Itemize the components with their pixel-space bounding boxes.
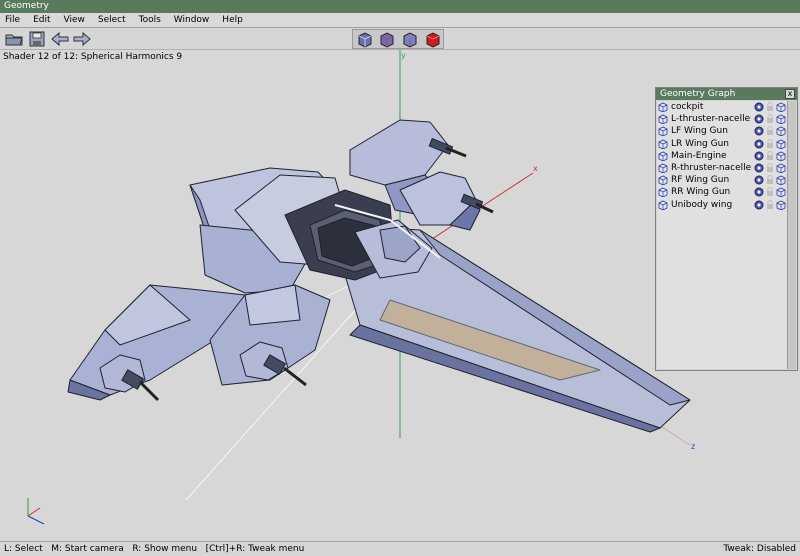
menu-select[interactable]: Select [93, 13, 134, 28]
visibility-eye-icon[interactable] [754, 187, 764, 197]
object-name: RR Wing Gun [671, 187, 731, 198]
object-cube-icon [658, 139, 668, 149]
visibility-eye-icon[interactable] [754, 175, 764, 185]
visibility-eye-icon[interactable] [754, 151, 764, 161]
lock-icon[interactable] [766, 102, 774, 112]
menu-file[interactable]: File [0, 13, 28, 28]
save-disk-icon[interactable] [27, 30, 47, 48]
selection-cube-icon[interactable] [776, 187, 786, 198]
visibility-eye-icon[interactable] [754, 163, 764, 173]
menu-window[interactable]: Window [169, 13, 218, 28]
tweak-status: Tweak: Disabled [723, 544, 796, 554]
visibility-eye-icon[interactable] [754, 200, 764, 210]
window-title: Geometry [4, 1, 49, 11]
object-name: Unibody wing [671, 199, 733, 210]
spaceship-model [67, 119, 691, 433]
object-name: LR Wing Gun [671, 138, 729, 149]
object-cube-icon [658, 151, 668, 161]
lock-icon[interactable] [766, 199, 774, 210]
object-cube-icon [658, 187, 668, 198]
status-hints: L: Select M: Start camera R: Show menu [… [4, 544, 305, 554]
shader-button-group [352, 29, 444, 49]
list-item[interactable]: cockpit [657, 101, 787, 113]
lock-icon[interactable] [766, 163, 774, 173]
selection-cube-icon[interactable] [776, 175, 786, 186]
menu-tools[interactable]: Tools [134, 13, 169, 28]
lock-icon[interactable] [766, 150, 774, 161]
toolbar [0, 28, 800, 50]
forward-arrow-icon[interactable] [72, 30, 92, 48]
y-axis-label: y [401, 51, 406, 60]
selection-cube-icon[interactable] [776, 126, 786, 137]
smooth-cube-icon[interactable] [400, 31, 420, 48]
menu-help[interactable]: Help [217, 13, 251, 28]
lock-icon[interactable] [766, 138, 774, 149]
list-item[interactable]: LR Wing Gun [657, 138, 787, 150]
menu-bar: File Edit View Select Tools Window Help [0, 13, 800, 28]
lock-icon[interactable] [766, 114, 774, 124]
selection-cube-icon[interactable] [776, 102, 786, 113]
lock-icon[interactable] [766, 126, 774, 136]
object-cube-icon [658, 114, 668, 125]
status-bar: L: Select M: Start camera R: Show menu [… [0, 541, 800, 556]
geometry-graph-window: Geometry Graph x cockpit L-thruster-nace… [655, 87, 798, 371]
object-cube-icon [658, 175, 668, 186]
open-folder-icon[interactable] [4, 30, 24, 48]
z-axis-label: z [691, 442, 695, 451]
object-name: L-thruster-nacelle [671, 114, 751, 125]
object-cube-icon [658, 200, 668, 210]
lock-icon[interactable] [766, 187, 774, 197]
back-arrow-icon[interactable] [50, 30, 70, 48]
object-name: cockpit [671, 102, 704, 113]
lock-icon[interactable] [766, 175, 774, 185]
flat-cube-icon[interactable] [377, 31, 397, 48]
list-item[interactable]: Unibody wing [657, 199, 787, 211]
menu-view[interactable]: View [59, 13, 93, 28]
list-item[interactable]: L-thruster-nacelle [657, 113, 787, 125]
object-cube-icon [658, 127, 668, 137]
object-name: RF Wing Gun [671, 175, 730, 186]
3d-viewport[interactable]: Shader 12 of 12: Spherical Harmonics 9 y… [0, 50, 800, 541]
selection-cube-icon[interactable] [776, 200, 786, 210]
red-cube-icon[interactable] [423, 31, 443, 48]
selection-cube-icon[interactable] [776, 163, 786, 174]
wireframe-cube-icon[interactable] [355, 31, 375, 48]
menu-edit[interactable]: Edit [28, 13, 58, 28]
visibility-eye-icon[interactable] [754, 139, 764, 149]
object-name: LF Wing Gun [671, 126, 728, 137]
window-titlebar: Geometry [0, 0, 800, 13]
list-item[interactable]: Main-Engine [657, 150, 787, 162]
x-axis-label: x [533, 164, 538, 173]
object-cube-icon [658, 163, 668, 174]
list-item[interactable]: RF Wing Gun [657, 174, 787, 186]
object-list: cockpit L-thruster-nacelle LF Wing Gun L… [657, 101, 787, 369]
visibility-eye-icon[interactable] [754, 126, 764, 136]
axis-gizmo-icon [27, 498, 45, 525]
list-item[interactable]: LF Wing Gun [657, 125, 787, 137]
close-button[interactable]: x [785, 89, 795, 99]
object-cube-icon [658, 102, 668, 113]
graph-scrollbar[interactable] [787, 101, 796, 369]
object-name: R-thruster-nacelle [671, 163, 752, 174]
selection-cube-icon[interactable] [776, 139, 786, 149]
list-item[interactable]: RR Wing Gun [657, 186, 787, 198]
geometry-graph-titlebar[interactable]: Geometry Graph x [656, 88, 797, 100]
visibility-eye-icon[interactable] [754, 102, 764, 112]
selection-cube-icon[interactable] [776, 151, 786, 161]
list-item[interactable]: R-thruster-nacelle [657, 162, 787, 174]
geometry-graph-title: Geometry Graph [660, 89, 736, 99]
selection-cube-icon[interactable] [776, 114, 786, 125]
visibility-eye-icon[interactable] [754, 114, 764, 124]
object-name: Main-Engine [671, 150, 727, 161]
